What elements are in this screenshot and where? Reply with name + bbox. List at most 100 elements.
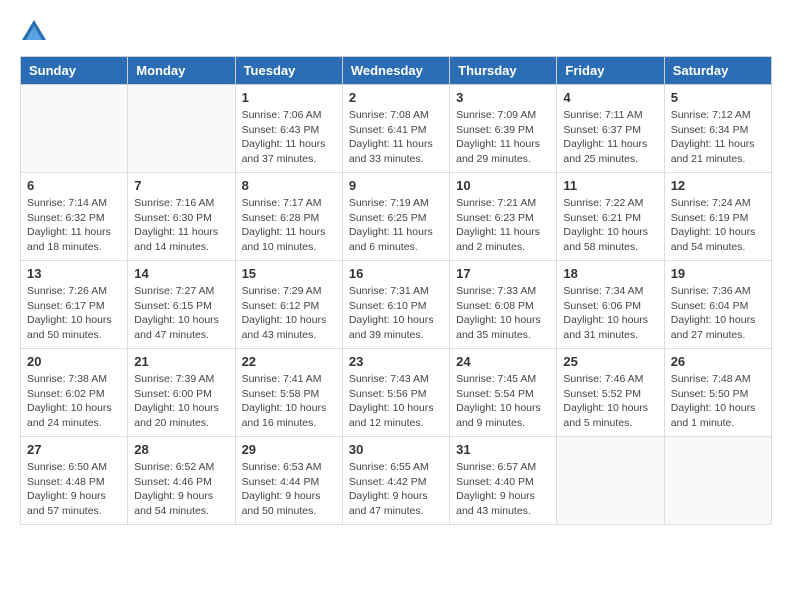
- weekday-header: Thursday: [450, 57, 557, 85]
- day-number: 26: [671, 354, 765, 369]
- day-info: Sunrise: 7:14 AMSunset: 6:32 PMDaylight:…: [27, 196, 121, 255]
- calendar-cell: [557, 437, 664, 525]
- calendar-cell: 27Sunrise: 6:50 AMSunset: 4:48 PMDayligh…: [21, 437, 128, 525]
- calendar-cell: 22Sunrise: 7:41 AMSunset: 5:58 PMDayligh…: [235, 349, 342, 437]
- day-info: Sunrise: 7:06 AMSunset: 6:43 PMDaylight:…: [242, 108, 336, 167]
- weekday-header: Sunday: [21, 57, 128, 85]
- calendar-cell: 9 Sunrise: 7:19 AMSunset: 6:25 PMDaylight…: [342, 173, 449, 261]
- calendar-cell: 17Sunrise: 7:33 AMSunset: 6:08 PMDayligh…: [450, 261, 557, 349]
- day-number: 4: [563, 90, 657, 105]
- day-number: 13: [27, 266, 121, 281]
- week-row: 27Sunrise: 6:50 AMSunset: 4:48 PMDayligh…: [21, 437, 772, 525]
- weekday-header: Saturday: [664, 57, 771, 85]
- day-info: Sunrise: 7:45 AMSunset: 5:54 PMDaylight:…: [456, 372, 550, 431]
- day-info: Sunrise: 6:52 AMSunset: 4:46 PMDaylight:…: [134, 460, 228, 519]
- weekday-header-row: SundayMondayTuesdayWednesdayThursdayFrid…: [21, 57, 772, 85]
- calendar-cell: 15 Sunrise: 7:29 AMSunset: 6:12 PMDayligh…: [235, 261, 342, 349]
- day-info: Sunrise: 7:08 AMSunset: 6:41 PMDaylight:…: [349, 108, 443, 167]
- day-info: Sunrise: 7:09 AMSunset: 6:39 PMDaylight:…: [456, 108, 550, 167]
- day-info: Sunrise: 7:21 AMSunset: 6:23 PMDaylight:…: [456, 196, 550, 255]
- day-number: 1: [242, 90, 336, 105]
- day-number: 29: [242, 442, 336, 457]
- day-number: 18: [563, 266, 657, 281]
- day-number: 6: [27, 178, 121, 193]
- day-info: Sunrise: 7:41 AMSunset: 5:58 PMDaylight:…: [242, 372, 336, 431]
- day-info: Sunrise: 7:22 AMSunset: 6:21 PMDaylight:…: [563, 196, 657, 255]
- calendar-cell: 21 Sunrise: 7:39 AMSunset: 6:00 PMDayligh…: [128, 349, 235, 437]
- day-number: 21: [134, 354, 228, 369]
- calendar-cell: 2 Sunrise: 7:08 AMSunset: 6:41 PMDaylight…: [342, 85, 449, 173]
- calendar-cell: 31 Sunrise: 6:57 AMSunset: 4:40 PMDayligh…: [450, 437, 557, 525]
- day-number: 7: [134, 178, 228, 193]
- calendar-cell: 5Sunrise: 7:12 AMSunset: 6:34 PMDaylight…: [664, 85, 771, 173]
- day-number: 14: [134, 266, 228, 281]
- calendar-cell: 20 Sunrise: 7:38 AMSunset: 6:02 PMDayligh…: [21, 349, 128, 437]
- calendar-cell: 29 Sunrise: 6:53 AMSunset: 4:44 PMDayligh…: [235, 437, 342, 525]
- day-info: Sunrise: 7:12 AMSunset: 6:34 PMDaylight:…: [671, 108, 765, 167]
- calendar-cell: 7 Sunrise: 7:16 AMSunset: 6:30 PMDaylight…: [128, 173, 235, 261]
- calendar-cell: 12 Sunrise: 7:24 AMSunset: 6:19 PMDayligh…: [664, 173, 771, 261]
- day-info: Sunrise: 7:29 AMSunset: 6:12 PMDaylight:…: [242, 284, 336, 343]
- weekday-header: Friday: [557, 57, 664, 85]
- day-info: Sunrise: 7:16 AMSunset: 6:30 PMDaylight:…: [134, 196, 228, 255]
- day-number: 25: [563, 354, 657, 369]
- weekday-header: Wednesday: [342, 57, 449, 85]
- day-info: Sunrise: 7:11 AMSunset: 6:37 PMDaylight:…: [563, 108, 657, 167]
- weekday-header: Monday: [128, 57, 235, 85]
- day-number: 15: [242, 266, 336, 281]
- day-number: 8: [242, 178, 336, 193]
- day-number: 12: [671, 178, 765, 193]
- page-header: [0, 0, 792, 56]
- day-number: 19: [671, 266, 765, 281]
- calendar-cell: 4 Sunrise: 7:11 AMSunset: 6:37 PMDaylight…: [557, 85, 664, 173]
- calendar-cell: 13 Sunrise: 7:26 AMSunset: 6:17 PMDayligh…: [21, 261, 128, 349]
- calendar-cell: 28 Sunrise: 6:52 AMSunset: 4:46 PMDayligh…: [128, 437, 235, 525]
- day-info: Sunrise: 7:24 AMSunset: 6:19 PMDaylight:…: [671, 196, 765, 255]
- calendar-cell: 11 Sunrise: 7:22 AMSunset: 6:21 PMDayligh…: [557, 173, 664, 261]
- day-info: Sunrise: 6:50 AMSunset: 4:48 PMDaylight:…: [27, 460, 121, 519]
- day-number: 16: [349, 266, 443, 281]
- day-number: 31: [456, 442, 550, 457]
- day-number: 20: [27, 354, 121, 369]
- logo: [20, 18, 52, 46]
- day-number: 2: [349, 90, 443, 105]
- day-info: Sunrise: 7:26 AMSunset: 6:17 PMDaylight:…: [27, 284, 121, 343]
- day-info: Sunrise: 7:43 AMSunset: 5:56 PMDaylight:…: [349, 372, 443, 431]
- day-info: Sunrise: 7:31 AMSunset: 6:10 PMDaylight:…: [349, 284, 443, 343]
- day-info: Sunrise: 7:36 AMSunset: 6:04 PMDaylight:…: [671, 284, 765, 343]
- day-number: 30: [349, 442, 443, 457]
- calendar-cell: 3 Sunrise: 7:09 AMSunset: 6:39 PMDaylight…: [450, 85, 557, 173]
- day-info: Sunrise: 7:33 AMSunset: 6:08 PMDaylight:…: [456, 284, 550, 343]
- day-number: 3: [456, 90, 550, 105]
- calendar-cell: 18 Sunrise: 7:34 AMSunset: 6:06 PMDayligh…: [557, 261, 664, 349]
- day-info: Sunrise: 7:19 AMSunset: 6:25 PMDaylight:…: [349, 196, 443, 255]
- week-row: 13 Sunrise: 7:26 AMSunset: 6:17 PMDayligh…: [21, 261, 772, 349]
- calendar-cell: 16 Sunrise: 7:31 AMSunset: 6:10 PMDayligh…: [342, 261, 449, 349]
- day-info: Sunrise: 6:57 AMSunset: 4:40 PMDaylight:…: [456, 460, 550, 519]
- day-info: Sunrise: 7:48 AMSunset: 5:50 PMDaylight:…: [671, 372, 765, 431]
- calendar-cell: [128, 85, 235, 173]
- day-number: 11: [563, 178, 657, 193]
- calendar-cell: 23 Sunrise: 7:43 AMSunset: 5:56 PMDayligh…: [342, 349, 449, 437]
- calendar-cell: [664, 437, 771, 525]
- calendar-cell: 14 Sunrise: 7:27 AMSunset: 6:15 PMDayligh…: [128, 261, 235, 349]
- calendar-cell: 26 Sunrise: 7:48 AMSunset: 5:50 PMDayligh…: [664, 349, 771, 437]
- day-number: 9: [349, 178, 443, 193]
- day-number: 24: [456, 354, 550, 369]
- calendar-cell: 8Sunrise: 7:17 AMSunset: 6:28 PMDaylight…: [235, 173, 342, 261]
- day-info: Sunrise: 7:39 AMSunset: 6:00 PMDaylight:…: [134, 372, 228, 431]
- day-info: Sunrise: 6:55 AMSunset: 4:42 PMDaylight:…: [349, 460, 443, 519]
- week-row: 6 Sunrise: 7:14 AMSunset: 6:32 PMDaylight…: [21, 173, 772, 261]
- day-info: Sunrise: 6:53 AMSunset: 4:44 PMDaylight:…: [242, 460, 336, 519]
- day-info: Sunrise: 7:27 AMSunset: 6:15 PMDaylight:…: [134, 284, 228, 343]
- day-info: Sunrise: 7:34 AMSunset: 6:06 PMDaylight:…: [563, 284, 657, 343]
- week-row: 20 Sunrise: 7:38 AMSunset: 6:02 PMDayligh…: [21, 349, 772, 437]
- day-info: Sunrise: 7:38 AMSunset: 6:02 PMDaylight:…: [27, 372, 121, 431]
- day-number: 28: [134, 442, 228, 457]
- calendar-cell: 25Sunrise: 7:46 AMSunset: 5:52 PMDayligh…: [557, 349, 664, 437]
- calendar-table: SundayMondayTuesdayWednesdayThursdayFrid…: [20, 56, 772, 525]
- calendar-cell: [21, 85, 128, 173]
- day-number: 23: [349, 354, 443, 369]
- day-number: 10: [456, 178, 550, 193]
- week-row: 1 Sunrise: 7:06 AMSunset: 6:43 PMDaylight…: [21, 85, 772, 173]
